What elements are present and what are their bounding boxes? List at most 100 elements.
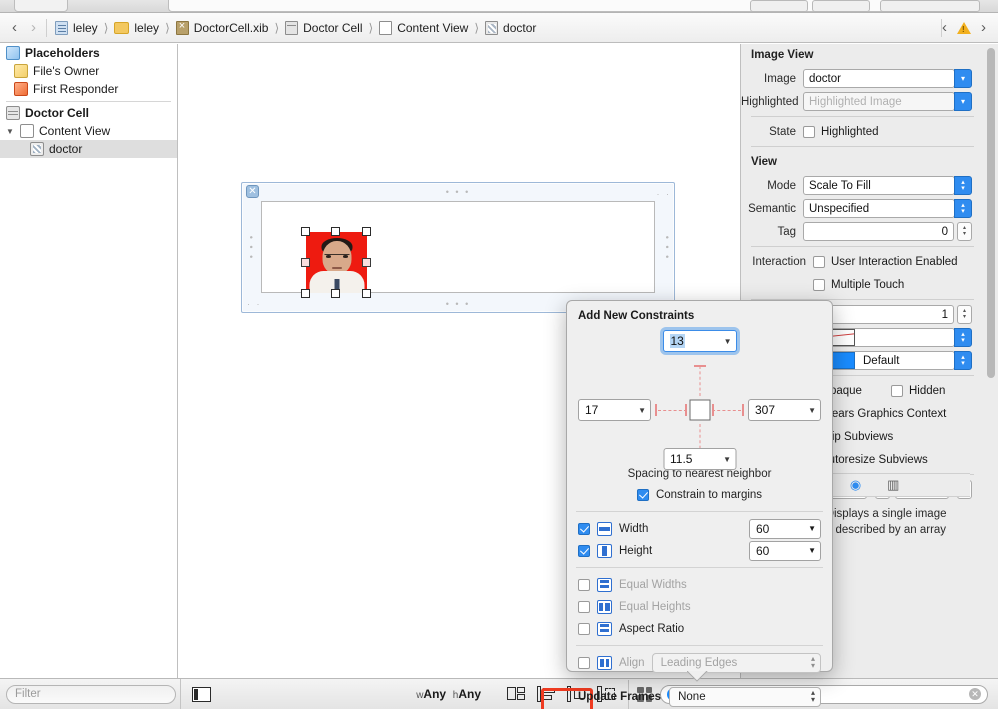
chevron-down-icon[interactable]: ▼ [808, 406, 816, 415]
breadcrumb-item-xib[interactable]: DoctorCell.xib [175, 20, 269, 35]
selection-handle-top-left[interactable] [301, 227, 310, 236]
selection-handle-bottom-left[interactable] [301, 289, 310, 298]
resize-grip-top[interactable]: • • • [446, 188, 470, 197]
mode-field[interactable]: Scale To Fill [803, 176, 955, 195]
popover-arrow [687, 671, 709, 682]
checkbox-box[interactable] [636, 488, 649, 501]
top-spacing-field[interactable]: 13 ▼ [662, 330, 737, 352]
resize-grip-top-right[interactable]: · · [657, 190, 672, 199]
state-highlighted-label: Highlighted [821, 125, 879, 138]
trailing-spacing-value: 307 [755, 403, 776, 417]
trailing-spacing-field[interactable]: 307 ▼ [748, 399, 821, 421]
jump-bar: ‹ › leley ⟩ leley ⟩ DoctorCell.xib ⟩ Doc… [0, 13, 998, 43]
chevron-down-icon[interactable]: ▼ [723, 455, 731, 464]
multiple-touch-checkbox[interactable]: Multiple Touch [813, 278, 972, 291]
breadcrumb-label: leley [134, 20, 160, 35]
chevron-down-icon[interactable]: ▼ [724, 337, 732, 346]
background-stepper-icon[interactable]: ▴ ▾ [954, 328, 972, 347]
checkbox-box[interactable] [813, 278, 825, 291]
resize-grip-bottom-left[interactable]: · · [247, 300, 262, 309]
breadcrumb-item-cell[interactable]: Doctor Cell [285, 20, 363, 35]
close-icon[interactable]: ✕ [246, 185, 259, 198]
first-responder-cube-icon [14, 82, 28, 96]
outline-filter-input[interactable]: Filter [6, 684, 176, 704]
width-constraint-row[interactable]: Width 60 ▼ [567, 518, 832, 539]
target-circle-icon[interactable]: ◉ [850, 477, 861, 493]
inspector-row-highlighted: Highlighted Highlighted Image ▾ [741, 91, 984, 112]
bottom-spacing-field[interactable]: 11.5 ▼ [663, 448, 736, 470]
height-value-field[interactable]: 60 ▼ [749, 540, 821, 561]
checkbox-box[interactable] [578, 622, 590, 635]
checkbox-box[interactable] [891, 384, 903, 397]
alpha-stepper-icon[interactable]: ▴ ▾ [957, 305, 972, 324]
tag-field[interactable]: 0 [803, 222, 954, 241]
aspect-ratio-row[interactable]: Aspect Ratio [567, 618, 832, 639]
checkbox-box[interactable] [803, 125, 815, 138]
previous-issue-icon[interactable]: ‹ [942, 20, 947, 35]
resize-grip-left[interactable]: • • • [246, 235, 256, 259]
outline-group-placeholders[interactable]: Placeholders [0, 44, 177, 62]
split-panel-icon[interactable]: ▥ [887, 477, 899, 493]
state-highlighted-checkbox[interactable]: Highlighted [803, 125, 972, 138]
checkbox-box[interactable] [578, 544, 590, 557]
cell-content-view[interactable] [261, 201, 655, 298]
clear-icon[interactable]: ✕ [969, 688, 981, 700]
constrain-to-margins-checkbox[interactable]: Constrain to margins [567, 484, 832, 505]
breadcrumb-item-content-view[interactable]: Content View [379, 20, 468, 35]
table-view-cell[interactable]: ✕ • • • • • • • • • • • • · · · · · · [241, 182, 675, 313]
top-tick [693, 365, 706, 367]
selection-handle-bottom-right[interactable] [362, 289, 371, 298]
outline-label: File's Owner [33, 64, 100, 78]
chevron-down-icon[interactable]: ▼ [808, 524, 816, 533]
back-icon[interactable]: ‹ [12, 20, 17, 35]
outline-item-files-owner[interactable]: File's Owner [0, 62, 177, 80]
outline-item-content-view[interactable]: ▼ Content View [0, 122, 177, 140]
chevron-down-icon[interactable]: ▼ [808, 546, 816, 555]
outline-label: Placeholders [25, 46, 100, 60]
semantic-field[interactable]: Unspecified [803, 199, 955, 218]
user-interaction-checkbox[interactable]: User Interaction Enabled [813, 255, 972, 268]
doctor-image-view[interactable] [306, 232, 367, 293]
outline-group-doctor-cell[interactable]: Doctor Cell [0, 104, 177, 122]
height-constraint-row[interactable]: Height 60 ▼ [567, 540, 832, 561]
next-issue-icon[interactable]: › [981, 20, 986, 35]
breadcrumb-item-doctor[interactable]: doctor [485, 20, 536, 35]
tag-stepper-icon[interactable]: ▴ ▾ [957, 222, 972, 241]
outline-item-first-responder[interactable]: First Responder [0, 80, 177, 98]
outline-item-doctor[interactable]: doctor [0, 140, 177, 158]
checkbox-box[interactable] [813, 255, 825, 268]
embed-in-stack-button[interactable] [507, 686, 526, 703]
tint-stepper-icon[interactable]: ▴ ▾ [954, 351, 972, 370]
selection-handle-bottom-center[interactable] [331, 289, 340, 298]
selection-handle-middle-right[interactable] [362, 258, 371, 267]
leading-spacing-field[interactable]: 17 ▼ [578, 399, 651, 421]
image-dropdown-icon[interactable]: ▾ [954, 69, 972, 88]
resize-grip-right[interactable]: • • • [662, 235, 672, 259]
device-preview-icon[interactable] [192, 686, 211, 702]
breadcrumb-label: DoctorCell.xib [193, 20, 269, 35]
hidden-checkbox[interactable]: Hidden [891, 384, 945, 397]
chevron-down-icon[interactable]: ▼ [638, 406, 646, 415]
forward-icon[interactable]: › [31, 20, 36, 35]
checkbox-box[interactable] [578, 522, 590, 535]
warning-triangle-icon[interactable] [957, 21, 971, 34]
size-class-indicator[interactable]: wAny hAny [416, 687, 481, 701]
constrain-to-margins-label: Constrain to margins [655, 488, 763, 501]
semantic-stepper-icon[interactable]: ▴ ▾ [954, 199, 972, 218]
resize-grip-bottom[interactable]: • • • [446, 300, 470, 309]
selection-handle-middle-left[interactable] [301, 258, 310, 267]
mode-stepper-icon[interactable]: ▴ ▾ [954, 176, 972, 195]
highlighted-dropdown-icon[interactable]: ▾ [954, 92, 972, 111]
highlighted-field[interactable]: Highlighted Image [803, 92, 955, 111]
breadcrumb-item-folder[interactable]: leley [114, 21, 159, 35]
width-value-field[interactable]: 60 ▼ [749, 518, 821, 539]
update-frames-select[interactable]: None ▴ ▾ [669, 686, 821, 707]
selection-handle-top-center[interactable] [331, 227, 340, 236]
inspector-scrollbar[interactable] [987, 48, 995, 378]
selection-handle-top-right[interactable] [362, 227, 371, 236]
breadcrumb-item-project[interactable]: leley [55, 20, 98, 35]
disclosure-triangle-icon[interactable]: ▼ [6, 127, 15, 136]
chevron-updown-icon[interactable]: ▴ ▾ [811, 689, 815, 703]
width-value: 60 [756, 521, 770, 536]
image-field[interactable]: doctor [803, 69, 955, 88]
